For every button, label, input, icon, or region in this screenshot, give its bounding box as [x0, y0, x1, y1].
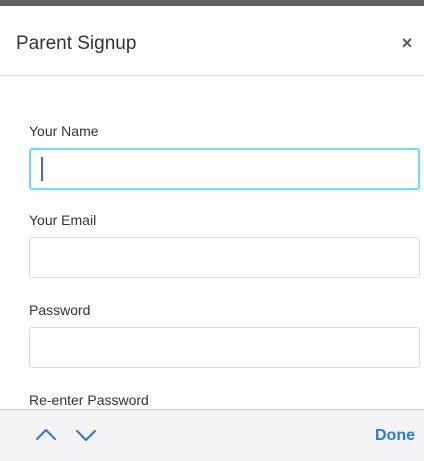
- text-caret: [41, 157, 43, 181]
- confirm-password-label: Re-enter Password: [29, 392, 149, 408]
- chevron-down-icon: [76, 430, 96, 441]
- chevron-up-icon: [36, 429, 56, 440]
- name-field[interactable]: [29, 148, 420, 190]
- email-label: Your Email: [29, 212, 97, 228]
- modal-title: Parent Signup: [16, 33, 137, 54]
- password-label: Password: [29, 302, 91, 318]
- previous-field-button[interactable]: [33, 422, 59, 448]
- done-button[interactable]: Done: [375, 427, 415, 445]
- close-icon: ×: [401, 32, 413, 53]
- password-field[interactable]: [29, 327, 420, 368]
- close-button[interactable]: ×: [396, 32, 418, 54]
- next-field-button[interactable]: [73, 422, 99, 448]
- email-field[interactable]: [29, 237, 420, 278]
- name-label: Your Name: [29, 123, 99, 139]
- modal-header: Parent Signup ×: [0, 6, 424, 76]
- keyboard-accessory-bar: Done: [0, 409, 424, 461]
